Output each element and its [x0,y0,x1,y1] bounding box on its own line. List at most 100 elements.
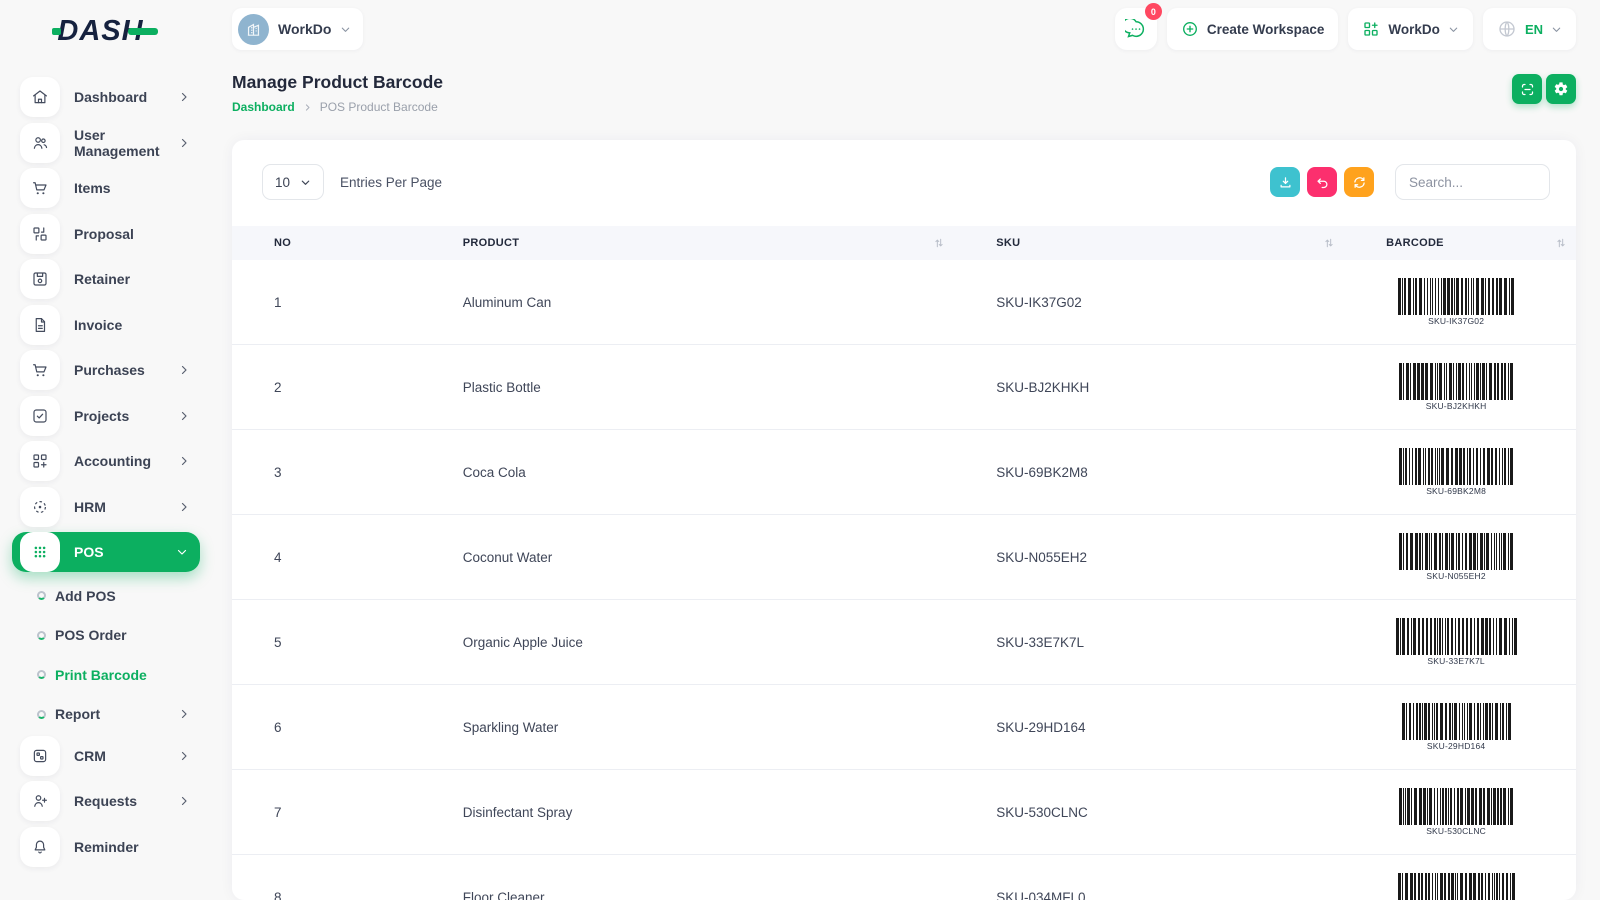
logo-dash-accent [128,28,158,35]
row-number: 5 [232,600,421,685]
column-header-sku[interactable]: SKU [954,226,1344,260]
sidebar-item-pos[interactable]: POS [12,532,200,572]
barcode-cell: SKU-69BK2M8 [1344,430,1576,515]
sidebar-item-label: POS Order [55,627,200,643]
sidebar-subitem-add-pos[interactable]: Add POS [12,578,200,614]
bullet-icon [37,710,46,719]
sidebar-item-purchases[interactable]: Purchases [12,350,200,390]
breadcrumb-dashboard[interactable]: Dashboard [232,100,295,114]
barcode-image: SKU-N055EH2 [1390,533,1522,581]
sidebar-item-proposal[interactable]: Proposal [12,214,200,254]
hrm-icon [20,487,60,527]
sidebar-subitem-print-barcode[interactable]: Print Barcode [12,657,200,693]
sort-icon [934,238,944,249]
undo-icon [1315,175,1330,190]
invoice-icon [20,305,60,345]
row-number: 4 [232,515,421,600]
barcode-bars [1391,788,1521,825]
workdo-menu-button[interactable]: WorkDo [1348,8,1473,50]
barcode-cell: SKU-N055EH2 [1344,515,1576,600]
table-body: 1Aluminum CanSKU-IK37G02 SKU-IK37G02 2Pl… [232,260,1576,900]
crm-icon [20,736,60,776]
workspace-select[interactable]: WorkDo [232,8,363,50]
product-name: Aluminum Can [421,260,954,345]
sidebar-item-user-management[interactable]: User Management [12,123,200,163]
product-sku: SKU-034MFL0 [954,855,1344,900]
sidebar-item-projects[interactable]: Projects [12,396,200,436]
sidebar-item-accounting[interactable]: Accounting [12,441,200,481]
chevron-down-icon [340,24,351,35]
barcode-image: SKU-530CLNC [1390,788,1522,836]
chevron-right-icon [178,795,190,807]
barcode-cell: SKU-33E7K7L [1344,600,1576,685]
cart-icon [20,168,60,208]
table-actions [1270,164,1550,200]
sidebar-item-label: POS [74,544,176,560]
create-workspace-button[interactable]: Create Workspace [1167,8,1339,50]
sidebar-item-invoice[interactable]: Invoice [12,305,200,345]
page-head-actions [1512,74,1576,104]
product-sku: SKU-530CLNC [954,770,1344,855]
globe-icon [1497,19,1517,39]
chevron-right-icon [178,364,190,376]
export-button[interactable] [1270,167,1300,197]
sidebar-item-label: Add POS [55,588,200,604]
sidebar-item-crm[interactable]: CRM [12,736,200,776]
sidebar-item-label: Reminder [74,839,200,855]
action-buttons [1270,167,1374,197]
table-row: 6Sparkling WaterSKU-29HD164 SKU-29HD164 [232,685,1576,770]
row-number: 7 [232,770,421,855]
product-sku: SKU-BJ2KHKH [954,345,1344,430]
accounting-icon [20,441,60,481]
breadcrumb: Dashboard POS Product Barcode [232,100,443,114]
chevron-right-icon [178,501,190,513]
language-label: EN [1525,22,1543,37]
row-number: 2 [232,345,421,430]
chevron-right-icon [178,410,190,422]
print-barcode-button[interactable] [1512,74,1542,104]
sidebar-item-retainer[interactable]: Retainer [12,259,200,299]
refresh-button[interactable] [1344,167,1374,197]
sidebar-item-label: HRM [74,499,178,515]
undo-button[interactable] [1307,167,1337,197]
product-sku: SKU-33E7K7L [954,600,1344,685]
barcode-image: SKU-034MFL0 [1390,873,1522,900]
table-row: 2Plastic BottleSKU-BJ2KHKH SKU-BJ2KHKH [232,345,1576,430]
sidebar: DASH Dashboard User Management Items Propos… [0,0,210,900]
sidebar-item-hrm[interactable]: HRM [12,487,200,527]
barcode-bars [1391,278,1521,315]
brand-logo[interactable]: DASH [0,9,210,53]
product-name: Plastic Bottle [421,345,954,430]
sidebar-item-dashboard[interactable]: Dashboard [12,77,200,117]
breadcrumb-pos-product-barcode: POS Product Barcode [320,100,438,114]
search-input[interactable] [1395,164,1550,200]
page-head: Manage Product Barcode DashboardPOS Prod… [232,72,1576,114]
row-number: 3 [232,430,421,515]
table-row: 5Organic Apple JuiceSKU-33E7K7L SKU-33E7… [232,600,1576,685]
sidebar-item-label: Items [74,180,200,196]
column-header-barcode[interactable]: BARCODE [1344,226,1576,260]
messages-button[interactable]: 0 [1115,8,1157,50]
barcode-label: SKU-IK37G02 [1428,316,1484,326]
sidebar-item-items[interactable]: Items [12,168,200,208]
sidebar-item-reminder[interactable]: Reminder [12,827,200,867]
product-name: Sparkling Water [421,685,954,770]
product-name: Coconut Water [421,515,954,600]
sidebar-item-requests[interactable]: Requests [12,781,200,821]
projects-icon [20,396,60,436]
language-select[interactable]: EN [1483,8,1576,50]
table-header-row: NOPRODUCTSKUBARCODE [232,226,1576,260]
barcode-label: SKU-BJ2KHKH [1426,401,1487,411]
sidebar-subitem-report[interactable]: Report [12,696,200,732]
grid-plus-icon [1362,20,1380,38]
column-header-product[interactable]: PRODUCT [421,226,954,260]
app-root: DASH Dashboard User Management Items Propos… [0,0,1600,900]
sidebar-item-label: Projects [74,408,178,424]
settings-button[interactable] [1546,74,1576,104]
row-number: 1 [232,260,421,345]
barcode-label: SKU-530CLNC [1426,826,1486,836]
sidebar-subitem-pos-order[interactable]: POS Order [12,617,200,653]
entries-per-page-select[interactable]: 10 [262,164,324,200]
scan-icon [1520,82,1535,97]
chevron-down-icon [1448,24,1459,35]
